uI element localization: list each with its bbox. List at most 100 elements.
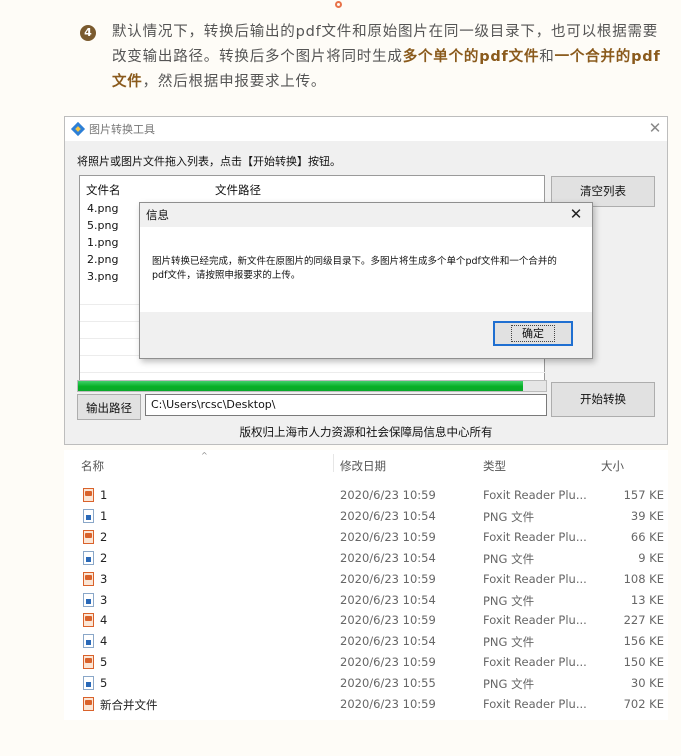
png-file-icon xyxy=(83,550,94,565)
png-file-icon xyxy=(83,508,94,523)
file-list-item[interactable]: 3.png xyxy=(87,270,118,283)
file-row[interactable]: 1 2020/6/23 10:54 PNG 文件 39 KE xyxy=(64,506,668,527)
file-name: 2 xyxy=(100,529,108,544)
file-type: Foxit Reader Plu... xyxy=(483,655,587,670)
file-type: PNG 文件 xyxy=(483,677,535,692)
png-file-icon xyxy=(83,634,94,649)
file-type: Foxit Reader Plu... xyxy=(483,488,587,502)
file-row[interactable]: 新合并文件 2020/6/23 10:59 Foxit Reader Plu... 7… xyxy=(64,694,668,715)
file-type: Foxit Reader Plu... xyxy=(483,613,587,628)
file-row[interactable]: 2 2020/6/23 10:54 PNG 文件 9 KE xyxy=(64,548,668,569)
column-header-name[interactable]: 名称 xyxy=(81,458,104,474)
file-explorer: ^ 名称 修改日期 类型 大小 1 2020/6/23 10:59 Foxit Re… xyxy=(64,450,668,720)
step-number-badge: 4 xyxy=(80,25,96,41)
file-list-item[interactable]: 4.png xyxy=(87,202,118,215)
file-date: 2020/6/23 10:59 xyxy=(340,571,436,586)
dialog-title: 信息 xyxy=(146,208,169,222)
file-row[interactable]: 3 2020/6/23 10:54 PNG 文件 13 KE xyxy=(64,590,668,611)
pdf-file-icon xyxy=(83,697,94,711)
dialog-close-icon[interactable]: ✕ xyxy=(566,204,586,224)
file-list-item[interactable]: 5.png xyxy=(87,219,118,232)
file-row[interactable]: 4 2020/6/23 10:54 PNG 文件 156 KE xyxy=(64,631,668,652)
progress-fill xyxy=(78,381,523,391)
pdf-file-icon xyxy=(83,529,94,544)
file-type: Foxit Reader Plu... xyxy=(483,697,587,711)
file-date: 2020/6/23 10:59 xyxy=(340,529,436,544)
file-size: 13 KE xyxy=(630,592,664,607)
dialog-message: 图片转换已经完成，新文件在原图片的同级目录下。多图片将生成多个单个pdf文件和一… xyxy=(152,256,557,281)
file-size: 9 KE xyxy=(638,550,664,565)
file-name: 1 xyxy=(100,508,108,523)
article-paragraph: 默认情况下，转换后输出的pdf文件和原始图片在同一级目录下，也可以根据需要改变输… xyxy=(112,20,668,95)
decorative-dot xyxy=(335,1,342,8)
pdf-file-icon xyxy=(83,571,94,586)
output-path-field[interactable]: C:\Users\rcsc\Desktop\ xyxy=(145,394,547,416)
file-size: 157 KE xyxy=(623,488,664,502)
png-file-icon xyxy=(83,676,94,691)
paragraph-text: ，然后根据申报要求上传。 xyxy=(142,74,327,90)
copyright-text: 版权归上海市人力资源和社会保障局信息中心所有 xyxy=(239,425,493,439)
file-list-item[interactable]: 2.png xyxy=(87,253,118,266)
file-size: 702 KE xyxy=(623,697,664,711)
file-row[interactable]: 5 2020/6/23 10:55 PNG 文件 30 KE xyxy=(64,673,668,694)
file-date: 2020/6/23 10:54 xyxy=(340,592,436,607)
window-titlebar: 图片转换工具 ✕ xyxy=(65,117,667,141)
start-convert-button[interactable]: 开始转换 xyxy=(551,382,655,417)
dialog-body: 图片转换已经完成，新文件在原图片的同级目录下。多图片将生成多个单个pdf文件和一… xyxy=(140,227,592,312)
app-icon xyxy=(70,121,86,137)
info-message-dialog: 信息 ✕ 图片转换已经完成，新文件在原图片的同级目录下。多图片将生成多个单个pd… xyxy=(139,202,593,359)
file-size: 156 KE xyxy=(623,634,664,649)
file-row[interactable]: 4 2020/6/23 10:59 Foxit Reader Plu... 227 K… xyxy=(64,610,668,631)
file-date: 2020/6/23 10:59 xyxy=(340,697,436,711)
file-type: Foxit Reader Plu... xyxy=(483,529,587,544)
file-date: 2020/6/23 10:59 xyxy=(340,655,436,670)
file-date: 2020/6/23 10:54 xyxy=(340,634,436,649)
file-name: 3 xyxy=(100,571,108,586)
column-header-filepath[interactable]: 文件路径 xyxy=(215,182,261,198)
file-size: 150 KE xyxy=(623,655,664,670)
column-header-type[interactable]: 类型 xyxy=(483,458,506,474)
file-name: 新合并文件 xyxy=(100,698,158,712)
ok-button-label: 确定 xyxy=(511,325,555,342)
file-row[interactable]: 3 2020/6/23 10:59 Foxit Reader Plu... 108 K… xyxy=(64,569,668,590)
file-type: PNG 文件 xyxy=(483,635,535,650)
list-gridline xyxy=(80,372,546,373)
window-close-icon[interactable]: ✕ xyxy=(645,118,665,138)
paragraph-text: 和 xyxy=(539,49,555,65)
file-list-item[interactable]: 1.png xyxy=(87,236,118,249)
instruction-text: 将照片或图片文件拖入列表，点击【开始转换】按钮。 xyxy=(77,155,341,168)
file-date: 2020/6/23 10:54 xyxy=(340,508,436,523)
pdf-file-icon xyxy=(83,655,94,670)
bold-text-single-pdf: 多个单个的pdf文件 xyxy=(402,49,540,65)
file-name: 5 xyxy=(100,655,108,670)
output-path-button[interactable]: 输出路径 xyxy=(77,394,141,420)
window-title: 图片转换工具 xyxy=(89,123,155,136)
file-row[interactable]: 2 2020/6/23 10:59 Foxit Reader Plu... 66 KE xyxy=(64,527,668,548)
column-header-date[interactable]: 修改日期 xyxy=(340,458,386,474)
file-type: PNG 文件 xyxy=(483,593,535,608)
column-separator xyxy=(333,454,334,472)
file-row[interactable]: 5 2020/6/23 10:59 Foxit Reader Plu... 150 K… xyxy=(64,652,668,673)
file-size: 66 KE xyxy=(630,529,664,544)
file-date: 2020/6/23 10:54 xyxy=(340,550,436,565)
file-row[interactable]: 1 2020/6/23 10:59 Foxit Reader Plu... 157 K… xyxy=(64,485,668,506)
file-name: 5 xyxy=(100,676,108,691)
pdf-file-icon xyxy=(83,613,94,628)
file-name: 2 xyxy=(100,550,108,565)
pdf-file-icon xyxy=(83,488,94,502)
file-size: 39 KE xyxy=(630,508,664,523)
file-size: 108 KE xyxy=(623,571,664,586)
conversion-progress-bar xyxy=(77,380,547,392)
file-name: 3 xyxy=(100,592,108,607)
file-date: 2020/6/23 10:55 xyxy=(340,676,436,691)
file-name: 4 xyxy=(100,634,108,649)
sort-ascending-icon: ^ xyxy=(201,451,208,460)
column-header-size[interactable]: 大小 xyxy=(601,458,624,474)
file-type: Foxit Reader Plu... xyxy=(483,571,587,586)
png-file-icon xyxy=(83,592,94,607)
column-header-filename[interactable]: 文件名 xyxy=(86,182,121,198)
ok-button[interactable]: 确定 xyxy=(493,321,573,346)
file-size: 227 KE xyxy=(623,613,664,628)
file-type: PNG 文件 xyxy=(483,551,535,566)
file-type: PNG 文件 xyxy=(483,509,535,524)
